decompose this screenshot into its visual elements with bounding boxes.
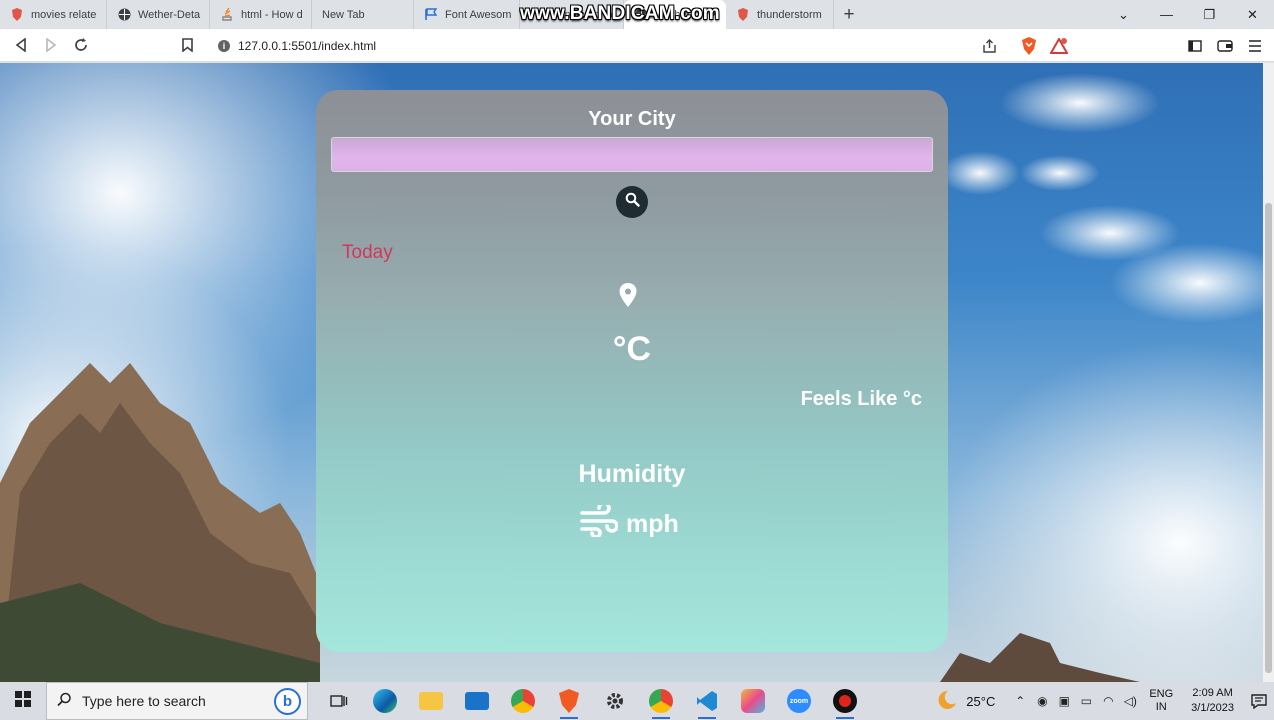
bandicam-record-icon[interactable] — [822, 682, 868, 720]
globe-icon — [117, 8, 131, 22]
task-view-icon[interactable] — [316, 682, 362, 720]
camera-tray-icon[interactable]: ▣ — [1053, 694, 1075, 708]
tray-temp: 25°C — [966, 693, 996, 709]
windows-logo-icon — [15, 690, 31, 712]
window-controls: ⌄ — ❐ ✕ — [1102, 0, 1274, 29]
clock-date: 3/1/2023 — [1191, 702, 1234, 714]
brave-rewards-icon[interactable] — [1044, 31, 1074, 61]
brave-shield-icon — [10, 8, 24, 22]
tab-label: movies relate — [31, 8, 97, 21]
windows-taskbar: Type here to search b zoom 25°C ⌃ ◉ ▣ ▭ … — [0, 682, 1274, 720]
site-info-icon[interactable]: i — [218, 39, 230, 52]
volume-icon[interactable]: ◁) — [1119, 694, 1141, 708]
taskbar-apps: zoom — [316, 682, 868, 720]
search-placeholder: Type here to search — [82, 693, 206, 709]
tab-search-icon[interactable]: ⌄ — [1102, 0, 1145, 29]
flag-icon — [424, 8, 438, 22]
page-viewport: Your City Today °C Feels Like °c Humidit… — [0, 63, 1274, 682]
zoom-icon[interactable]: zoom — [776, 682, 822, 720]
maximize-icon[interactable]: ❐ — [1188, 0, 1231, 29]
search-icon — [57, 692, 72, 710]
battery-icon[interactable]: ▭ — [1075, 694, 1097, 708]
tab-label: html - How d — [241, 8, 303, 21]
search-button[interactable] — [616, 186, 648, 218]
system-tray: 25°C ⌃ ◉ ▣ ▭ ◠ ◁) ENG IN 2:09 AM 3/1/202… — [936, 682, 1274, 720]
chrome-profile-icon[interactable] — [638, 682, 684, 720]
clock-time: 2:09 AM — [1192, 687, 1233, 699]
tab-new-tab[interactable]: New Tab — [312, 0, 414, 29]
tab-font-awesome[interactable]: Font Awesom — [414, 0, 520, 29]
forward-icon[interactable] — [36, 30, 66, 60]
sun-icon — [936, 689, 958, 714]
browser-toolbar: i 127.0.0.1:5501/index.html — [0, 29, 1274, 62]
sidebar-icon[interactable] — [1180, 31, 1210, 61]
record-tray-icon[interactable]: ◉ — [1031, 694, 1053, 708]
search-icon — [625, 192, 640, 212]
settings-icon[interactable] — [592, 682, 638, 720]
city-heading: Your City — [588, 108, 676, 130]
wallet-icon[interactable] — [1210, 31, 1240, 61]
start-button[interactable] — [0, 682, 46, 720]
clock[interactable]: 2:09 AM 3/1/2023 — [1191, 686, 1234, 716]
tab-label: Font Awesom — [445, 8, 512, 21]
tab-thunderstorm[interactable]: thunderstorm — [726, 0, 834, 29]
reload-icon[interactable] — [66, 30, 96, 60]
tab-html-how[interactable]: html - How d — [210, 0, 312, 29]
stackoverflow-icon — [220, 8, 234, 22]
wifi-icon[interactable]: ◠ — [1097, 694, 1119, 708]
language-indicator[interactable]: ENG IN — [1149, 688, 1173, 714]
weather-card: Your City Today °C Feels Like °c Humidit… — [316, 90, 948, 652]
address-bar[interactable]: i 127.0.0.1:5501/index.html — [208, 33, 998, 58]
feels-like: Feels Like °c — [800, 388, 922, 410]
close-window-icon[interactable]: ✕ — [1231, 0, 1274, 29]
file-explorer-icon[interactable] — [408, 682, 454, 720]
url-text: 127.0.0.1:5501/index.html — [238, 38, 377, 53]
city-input[interactable] — [331, 137, 933, 172]
tab-label: Wether-Deta — [138, 8, 201, 21]
taskbar-search[interactable]: Type here to search b — [46, 682, 308, 720]
tab-label: New Tab — [322, 8, 365, 21]
temperature: °C — [612, 330, 652, 368]
mail-icon[interactable] — [454, 682, 500, 720]
paint-icon[interactable] — [730, 682, 776, 720]
tab-movies[interactable]: movies relate — [0, 0, 107, 29]
brave-taskbar-icon[interactable] — [546, 682, 592, 720]
notifications-icon[interactable] — [1244, 682, 1274, 720]
menu-icon[interactable] — [1240, 31, 1270, 61]
chevron-up-icon[interactable]: ⌃ — [1009, 694, 1031, 708]
tray-weather[interactable]: 25°C — [936, 689, 995, 714]
wind-icon — [580, 501, 626, 544]
day-label: Today — [342, 242, 393, 263]
tab-label: thunderstorm — [757, 8, 822, 21]
share-icon[interactable] — [974, 31, 1004, 61]
brave-shield-icon — [736, 8, 750, 22]
bing-icon[interactable]: b — [274, 688, 301, 715]
page-scrollbar[interactable] — [1263, 63, 1274, 682]
edge-icon[interactable] — [362, 682, 408, 720]
back-icon[interactable] — [6, 30, 36, 60]
humidity-label: Humidity — [578, 460, 686, 488]
brave-shields-icon[interactable] — [1014, 31, 1044, 61]
wind-speed: mph — [580, 501, 679, 544]
lang-bottom: IN — [1155, 701, 1167, 713]
new-tab-button[interactable]: + — [834, 0, 864, 29]
chrome-icon[interactable] — [500, 682, 546, 720]
scrollbar-thumb[interactable] — [1265, 203, 1272, 673]
lang-top: ENG — [1149, 688, 1174, 700]
vscode-icon[interactable] — [684, 682, 730, 720]
toolbar-right — [974, 29, 1274, 62]
minimize-icon[interactable]: — — [1145, 0, 1188, 29]
bandicam-watermark: www.BANDICAM.com — [520, 3, 720, 24]
location-pin-icon — [619, 283, 637, 307]
tab-wether-details[interactable]: Wether-Deta — [107, 0, 210, 29]
wind-unit: mph — [626, 510, 679, 538]
bookmark-icon[interactable] — [172, 30, 202, 60]
